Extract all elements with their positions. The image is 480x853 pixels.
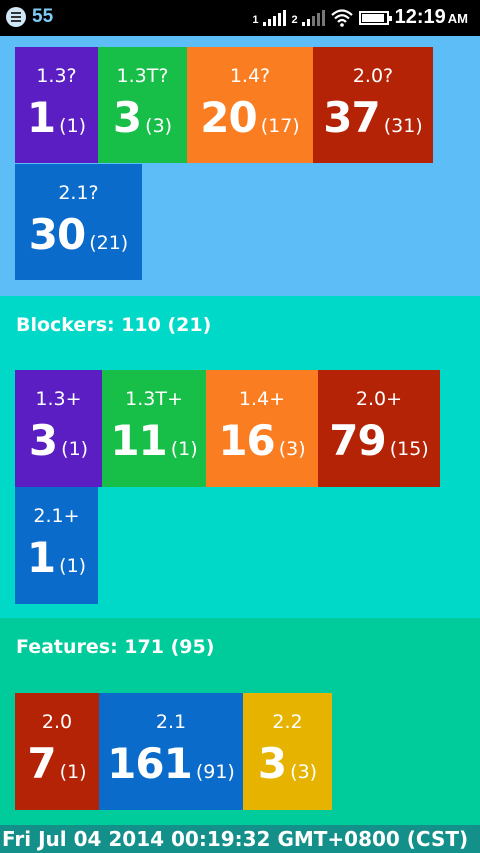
nominations-section: 1.3? 1 (1) 1.3T? 3 (3) 1.4? 20 (17) 2.0? 37…: [0, 36, 480, 296]
tile-2-1-blocker[interactable]: 2.1+ 1 (1): [15, 487, 98, 604]
last-updated-timestamp: Fri Jul 04 2014 00:19:32 GMT+0800 (CST): [0, 825, 480, 853]
tile-1-3t-blocker[interactable]: 1.3T+ 11 (1): [102, 370, 206, 487]
tile-1-4-nom[interactable]: 1.4? 20 (17): [187, 47, 313, 163]
wifi-icon: [330, 8, 353, 27]
tile-label: 1.3?: [36, 65, 77, 87]
tile-count: 1: [26, 93, 56, 142]
tile-subcount: (15): [389, 438, 429, 460]
tile-count: 7: [27, 739, 56, 788]
tile-2-0-feature[interactable]: 2.0 7 (1): [15, 693, 99, 810]
tile-count: 161: [107, 739, 193, 788]
sim2-signal-icon: 2: [291, 9, 325, 26]
tile-label: 2.0: [41, 711, 73, 733]
tile-label: 2.0+: [355, 388, 403, 410]
notification-list-icon: [6, 7, 26, 27]
tile-subcount: (3): [290, 761, 318, 783]
tile-count: 3: [112, 93, 142, 142]
tile-label: 1.3T?: [116, 65, 169, 87]
tile-label: 2.1+: [33, 505, 80, 527]
tile-label: 2.1: [155, 711, 187, 733]
tile-subcount: (31): [383, 115, 423, 137]
tile-count: 3: [28, 416, 58, 465]
tile-subcount: (3): [278, 438, 306, 460]
clock-time: 12:19: [394, 6, 446, 28]
tile-count: 30: [28, 210, 86, 259]
clock-ampm: AM: [447, 11, 468, 26]
tile-count: 11: [110, 416, 167, 465]
tile-count: 1: [26, 533, 56, 582]
notification-area[interactable]: 55: [6, 6, 53, 28]
tile-2-2-feature[interactable]: 2.2 3 (3): [243, 693, 332, 810]
tile-label: 2.1?: [58, 182, 99, 204]
notification-count: 55: [32, 6, 54, 27]
sim1-label: 1: [252, 13, 259, 26]
tile-subcount: (3): [145, 115, 173, 137]
tile-2-1-nom[interactable]: 2.1? 30 (21): [15, 164, 142, 280]
tile-label: 1.4+: [238, 388, 286, 410]
sim2-label: 2: [291, 13, 298, 26]
tile-count: 3: [257, 739, 287, 788]
sim1-signal-icon: 1: [252, 9, 286, 26]
tile-2-0-blocker[interactable]: 2.0+ 79 (15): [318, 370, 440, 487]
blockers-section: Blockers: 110 (21) 1.3+ 3 (1) 1.3T+ 11 (1)…: [0, 296, 480, 618]
tile-label: 2.0?: [352, 65, 394, 87]
battery-icon: [358, 10, 392, 25]
blockers-title: Blockers: 110 (21): [16, 314, 212, 336]
features-section: Features: 171 (95) 2.0 7 (1) 2.1 161 (91) …: [0, 618, 480, 825]
tile-label: 1.3+: [35, 388, 82, 410]
tile-subcount: (1): [59, 115, 87, 137]
status-bar: 55 1 2 12:19 AM: [0, 0, 480, 36]
tile-1-4-blocker[interactable]: 1.4+ 16 (3): [206, 370, 318, 487]
tile-count: 16: [218, 416, 275, 465]
tile-subcount: (1): [59, 761, 87, 783]
tile-count: 20: [200, 93, 257, 142]
tile-subcount: (1): [61, 438, 89, 460]
tile-label: 1.4?: [229, 65, 271, 87]
tile-label: 1.3T+: [125, 388, 183, 410]
tile-subcount: (91): [195, 761, 235, 783]
tile-subcount: (21): [89, 232, 129, 254]
tile-subcount: (1): [59, 555, 87, 577]
tile-2-1-feature[interactable]: 2.1 161 (91): [99, 693, 243, 810]
tile-count: 79: [329, 416, 386, 465]
tile-1-3-blocker[interactable]: 1.3+ 3 (1): [15, 370, 102, 487]
features-title: Features: 171 (95): [16, 636, 215, 658]
tile-2-0-nom[interactable]: 2.0? 37 (31): [313, 47, 433, 163]
tile-count: 37: [323, 93, 380, 142]
tile-label: 2.2: [272, 711, 303, 733]
tile-1-3t-nom[interactable]: 1.3T? 3 (3): [98, 47, 187, 163]
tile-1-3-nom[interactable]: 1.3? 1 (1): [15, 47, 98, 163]
tile-subcount: (17): [260, 115, 300, 137]
tile-subcount: (1): [170, 438, 198, 460]
